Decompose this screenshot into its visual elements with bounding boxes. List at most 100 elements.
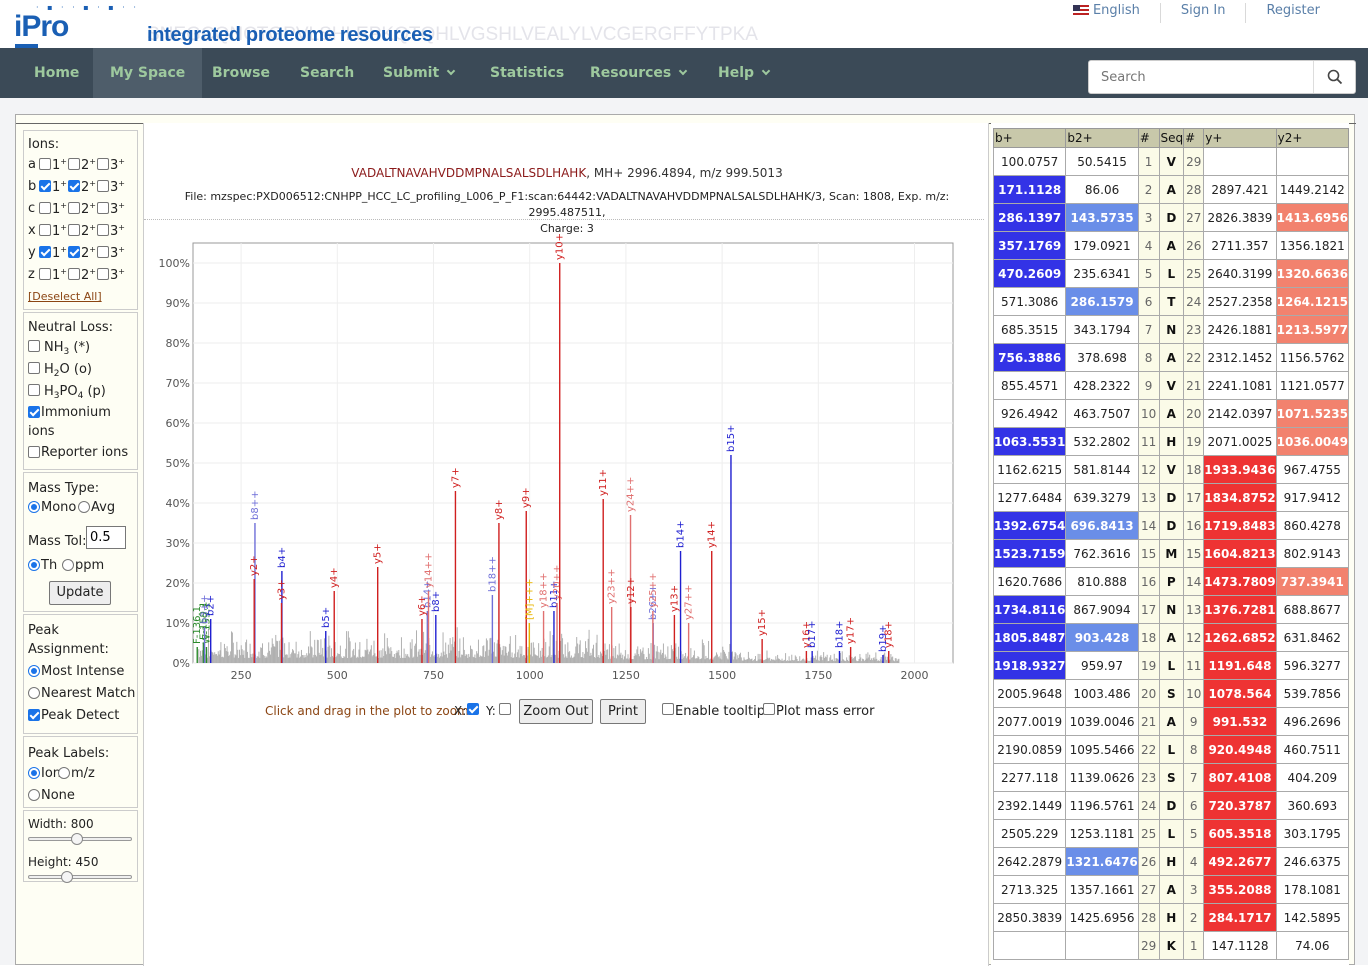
y-ion-cell: 720.3787 [1203,791,1277,820]
charge-label: 1+ [52,223,67,239]
ion-a-charge-2-checkbox[interactable] [68,158,80,170]
nav-help-label: Help [718,65,755,81]
y2-ion-cell: 1121.0577 [1275,371,1350,400]
ion-x-charge-3-checkbox[interactable] [97,224,109,236]
most-intense-label: Most Intense [41,664,125,679]
y2-ion-cell: 1213.5977 [1275,315,1350,344]
most-intense-radio[interactable] [28,665,40,677]
column-header: Seq [1158,128,1185,148]
mono-radio[interactable] [28,501,40,513]
search-button[interactable] [1313,61,1355,93]
nav-submit[interactable]: Submit [366,48,471,98]
height-label: Height: 450 [28,855,98,869]
nh3-loss-checkbox[interactable] [28,340,40,352]
width-slider-knob[interactable] [71,833,83,845]
ion-a-charge-1-checkbox[interactable] [39,158,51,170]
table-row: 855.4571 428.2322 9 V 21 2241.1081 1121.0577 [992,371,1350,400]
height-value: 450 [75,855,99,869]
b2-ion-cell: 286.1579 [1065,287,1139,316]
nav-search[interactable]: Search [283,48,371,98]
register-link[interactable]: Register [1245,3,1340,23]
zoom-out-button[interactable]: Zoom Out [519,699,593,724]
nav-help[interactable]: Help [701,48,786,98]
y-index-cell: 5 [1183,819,1205,848]
height-slider-knob[interactable] [61,871,73,883]
ion-label-radio[interactable] [28,767,40,779]
ion-a-charge-3-checkbox[interactable] [97,158,109,170]
table-row: 1063.5531 532.2802 11 H 19 2071.0025 1036.0049 [992,427,1350,456]
mz-label-radio[interactable] [58,767,70,779]
ions-box: Ions: a 1+ 2+ 3+ b 1+ 2+ 3+ c 1+ 2+ 3+ x 1+ 2+ 3+ y 1+ 2+ 3… [23,130,138,310]
h2o-text-a: H [44,362,54,377]
ion-z-charge-2-checkbox[interactable] [68,268,80,280]
table-row: 357.1769 179.0921 4 A 26 2711.357 1356.1821 [992,231,1350,260]
th-radio[interactable] [28,559,40,571]
mass-error-checkbox[interactable] [763,703,775,715]
y-index-cell: 14 [1183,567,1205,596]
spectrum-plot[interactable]: 0% 10% 20% 30% 40% 50% 60% 70% 80% 90% 100% 250 500 7… [144,223,990,693]
deselect-all-link[interactable]: [Deselect All] [28,290,102,303]
h2o-loss-checkbox[interactable] [28,362,40,374]
ion-y-charge-1-checkbox[interactable] [39,246,51,258]
b-ion-cell: 2190.0859 [992,735,1067,764]
ion-x-charge-1-checkbox[interactable] [39,224,51,236]
charge-sign: + [60,179,67,188]
residue-cell: A [1158,343,1185,372]
nav-browse[interactable]: Browse [195,48,287,98]
y-zoom-checkbox[interactable] [499,703,511,715]
b-ion-cell: 855.4571 [992,371,1067,400]
ion-y-charge-3-checkbox[interactable] [97,246,109,258]
y2-ion-cell: 1264.1215 [1275,287,1350,316]
avg-radio[interactable] [78,501,90,513]
nav-my-space[interactable]: My Space [93,48,203,98]
update-button[interactable]: Update [49,581,111,605]
b-index-cell: 20 [1137,679,1160,708]
ppm-radio[interactable] [62,559,74,571]
width-slider[interactable] [28,833,132,845]
ion-c-charge-2-checkbox[interactable] [68,202,80,214]
reporter-ions-checkbox[interactable] [28,446,40,458]
y-index-cell: 20 [1183,399,1205,428]
y-index-cell: 15 [1183,539,1205,568]
mass-tol-input[interactable] [86,526,126,549]
sign-in-link[interactable]: Sign In [1159,3,1246,23]
ion-c-charge-1-checkbox[interactable] [39,202,51,214]
print-button[interactable]: Print [600,699,646,724]
ion-x-charge-2-checkbox[interactable] [68,224,80,236]
nav-search-label: Search [300,65,355,81]
peak-label: b3++ [200,595,211,624]
h3po4-loss-checkbox[interactable] [28,384,40,396]
b2-ion-cell: 581.8144 [1065,455,1139,484]
ion-b-charge-2-checkbox[interactable] [68,180,80,192]
charge-label: 2+ [81,245,96,261]
ion-z-charge-1-checkbox[interactable] [39,268,51,280]
b-index-cell: 1 [1137,147,1160,176]
peak-detect-checkbox[interactable] [28,709,40,721]
nav-home[interactable]: Home [17,48,96,98]
immonium-checkbox[interactable] [28,406,40,418]
charge-label: 2+ [81,179,96,195]
ion-y-charge-2-checkbox[interactable] [68,246,80,258]
nav-statistics[interactable]: Statistics [473,48,581,98]
none-label-radio[interactable] [28,789,40,801]
b-index-cell: 4 [1137,231,1160,260]
residue-cell: L [1158,651,1185,680]
height-slider[interactable] [28,871,132,883]
nearest-match-radio[interactable] [28,687,40,699]
table-row: 756.3886 378.698 8 A 22 2312.1452 1156.5762 [992,343,1350,372]
site-search-input[interactable] [1089,61,1314,93]
ion-c-charge-3-checkbox[interactable] [97,202,109,214]
ion-b-charge-3-checkbox[interactable] [97,180,109,192]
ion-z-charge-3-checkbox[interactable] [97,268,109,280]
tooltip-checkbox[interactable] [662,703,674,715]
y2-ion-cell: 1413.6956 [1275,203,1350,232]
b-index-cell: 5 [1137,259,1160,288]
ion-b-charge-1-checkbox[interactable] [39,180,51,192]
b2-ion-cell: 903.428 [1065,623,1139,652]
b-index-cell: 7 [1137,315,1160,344]
x-zoom-checkbox[interactable] [467,703,479,715]
nav-resources[interactable]: Resources [573,48,703,98]
y-zoom-label: Y: [486,704,496,718]
b-index-cell: 28 [1137,903,1160,932]
language-selector[interactable]: English [1053,3,1160,23]
